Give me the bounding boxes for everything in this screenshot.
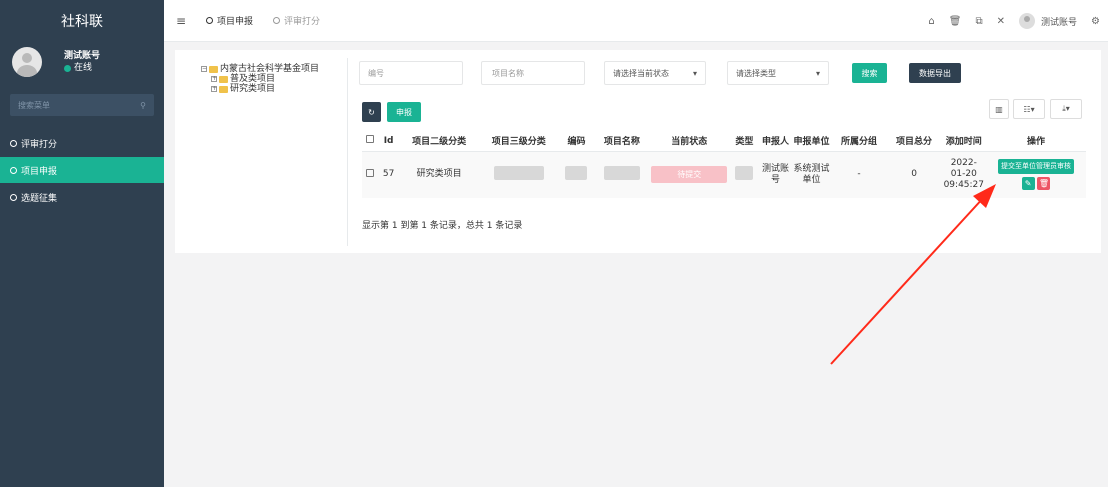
export-button[interactable]: 数据导出 bbox=[909, 63, 961, 83]
download-icon: ⤓▾ bbox=[1062, 104, 1070, 113]
column-header[interactable]: 申报单位 bbox=[791, 131, 832, 152]
submit-to-admin-button[interactable]: 提交至单位管理员审核 bbox=[998, 159, 1074, 175]
home-icon[interactable]: ⌂ bbox=[928, 16, 934, 27]
fullscreen-icon[interactable]: ✕ bbox=[997, 16, 1005, 27]
trash-icon[interactable]: 🗑 bbox=[949, 16, 962, 27]
divider bbox=[347, 58, 348, 246]
caret-down-icon: ▾ bbox=[692, 68, 697, 78]
delete-icon[interactable]: 🗑 bbox=[1037, 177, 1051, 191]
column-header[interactable]: 项目三级分类 bbox=[478, 131, 559, 152]
folder-icon bbox=[219, 75, 228, 83]
tree-node[interactable]: + 研究类项目 bbox=[201, 84, 319, 94]
grid-icon: ☷▾ bbox=[1023, 104, 1035, 114]
refresh-icon: ↻ bbox=[368, 107, 375, 117]
top-tools: ⌂ 🗑 ⧉ ✕ 测试账号 ⚙ bbox=[928, 0, 1100, 42]
declare-button[interactable]: 申报 bbox=[387, 102, 421, 122]
cell-category2: 研究类项目 bbox=[399, 151, 479, 198]
column-header[interactable]: 当前状态 bbox=[649, 131, 730, 152]
column-header[interactable]: 项目总分 bbox=[886, 131, 942, 152]
top-bar: ≡ 项目申报 评审打分 ⌂ 🗑 ⧉ ✕ 测试账号 ⚙ bbox=[164, 0, 1108, 42]
sidebar-item-declare[interactable]: 项目申报 bbox=[0, 157, 164, 183]
user-profile: 测试账号 在线 bbox=[0, 42, 164, 86]
sidebar: 社科联 测试账号 在线 搜索菜单 ⚲ 评审打分 项目申报 选题征集 bbox=[0, 0, 164, 487]
columns-icon: ▥ bbox=[995, 104, 1003, 114]
cell-score: 0 bbox=[886, 151, 942, 198]
redacted-field bbox=[603, 165, 640, 180]
column-header[interactable]: 项目二级分类 bbox=[399, 131, 479, 152]
brand-logo: 社科联 bbox=[0, 0, 164, 42]
column-header[interactable]: Id bbox=[378, 131, 400, 152]
sidebar-item-review[interactable]: 评审打分 bbox=[0, 130, 164, 156]
table-row[interactable]: 57 研究类项目 待提交 测试账号 系统测试单位 - 0 2022-01-20 … bbox=[362, 151, 1086, 198]
settings-icon[interactable]: ⚙ bbox=[1091, 16, 1100, 27]
redacted-field bbox=[493, 165, 544, 180]
tab-project-declare[interactable]: 项目申报 bbox=[206, 14, 253, 27]
cell-unit: 系统测试单位 bbox=[791, 151, 832, 198]
circle-icon bbox=[10, 166, 17, 174]
menu-toggle-icon[interactable]: ≡ bbox=[176, 14, 190, 28]
cell-group: - bbox=[831, 151, 887, 198]
edit-icon[interactable]: ✎ bbox=[1021, 177, 1035, 191]
expand-icon[interactable]: − bbox=[201, 66, 207, 72]
redacted-field bbox=[565, 165, 588, 180]
column-header[interactable]: 所属分组 bbox=[831, 131, 887, 152]
newtab-icon[interactable]: ⧉ bbox=[975, 16, 982, 27]
column-header[interactable]: 编码 bbox=[558, 131, 595, 152]
main-panel: − 内蒙古社会科学基金项目 + 普及类项目 + 研究类项目 编号 项目名称 请选… bbox=[175, 50, 1101, 253]
status-badge: 待提交 bbox=[651, 166, 728, 184]
tree-root[interactable]: − 内蒙古社会科学基金项目 bbox=[201, 64, 319, 74]
select-all-checkbox[interactable] bbox=[366, 135, 374, 144]
circle-icon bbox=[10, 139, 17, 147]
circle-icon bbox=[206, 17, 213, 24]
columns-toggle-button[interactable]: ▥ bbox=[989, 99, 1009, 119]
refresh-button[interactable]: ↻ bbox=[362, 102, 381, 122]
column-header[interactable]: 申报人 bbox=[759, 131, 792, 152]
row-checkbox[interactable] bbox=[366, 168, 374, 177]
avatar bbox=[12, 47, 42, 77]
menu-search-input[interactable]: 搜索菜单 ⚲ bbox=[10, 94, 154, 116]
expand-icon[interactable]: + bbox=[211, 76, 217, 82]
expand-icon[interactable]: + bbox=[211, 86, 217, 92]
folder-icon bbox=[219, 85, 228, 93]
column-header[interactable]: 类型 bbox=[729, 131, 760, 152]
column-header: 操作 bbox=[986, 131, 1086, 152]
project-table: Id 项目二级分类 项目三级分类 编码 项目名称 当前状态 类型 申报人 申报单… bbox=[362, 131, 1086, 198]
tab-review-score[interactable]: 评审打分 bbox=[273, 14, 320, 27]
tree-node[interactable]: + 普及类项目 bbox=[201, 74, 319, 84]
cell-time-clock: 09:45:27 bbox=[943, 180, 984, 191]
column-header[interactable]: 添加时间 bbox=[941, 131, 986, 152]
status-dot-icon bbox=[64, 64, 71, 72]
column-header[interactable]: 项目名称 bbox=[594, 131, 650, 152]
circle-icon bbox=[273, 17, 281, 24]
profile-name: 测试账号 bbox=[64, 51, 101, 61]
folder-icon bbox=[209, 65, 218, 73]
cell-time-date: 2022-01-20 bbox=[950, 158, 977, 180]
code-input[interactable]: 编号 bbox=[359, 61, 463, 85]
sidebar-item-topics[interactable]: 选题征集 bbox=[0, 184, 164, 210]
user-name[interactable]: 测试账号 bbox=[1041, 15, 1077, 28]
online-status: 在线 bbox=[64, 62, 100, 74]
caret-down-icon: ▾ bbox=[815, 68, 820, 78]
search-icon: ⚲ bbox=[140, 100, 146, 110]
pagination-summary: 显示第 1 到第 1 条记录，总共 1 条记录 bbox=[362, 221, 523, 231]
type-select[interactable]: 请选择类型 ▾ bbox=[727, 61, 829, 85]
redacted-field bbox=[735, 165, 754, 180]
category-tree: − 内蒙古社会科学基金项目 + 普及类项目 + 研究类项目 bbox=[201, 64, 319, 94]
cell-applicant: 测试账号 bbox=[759, 151, 792, 198]
columns-menu-button[interactable]: ☷▾ bbox=[1013, 99, 1045, 119]
project-name-input[interactable]: 项目名称 bbox=[481, 61, 585, 85]
cell-id: 57 bbox=[378, 151, 400, 198]
search-button[interactable]: 搜索 bbox=[852, 63, 887, 83]
export-menu-button[interactable]: ⤓▾ bbox=[1050, 99, 1082, 119]
user-avatar[interactable] bbox=[1019, 13, 1036, 29]
circle-icon bbox=[10, 193, 17, 201]
status-select[interactable]: 请选择当前状态 ▾ bbox=[604, 61, 706, 85]
